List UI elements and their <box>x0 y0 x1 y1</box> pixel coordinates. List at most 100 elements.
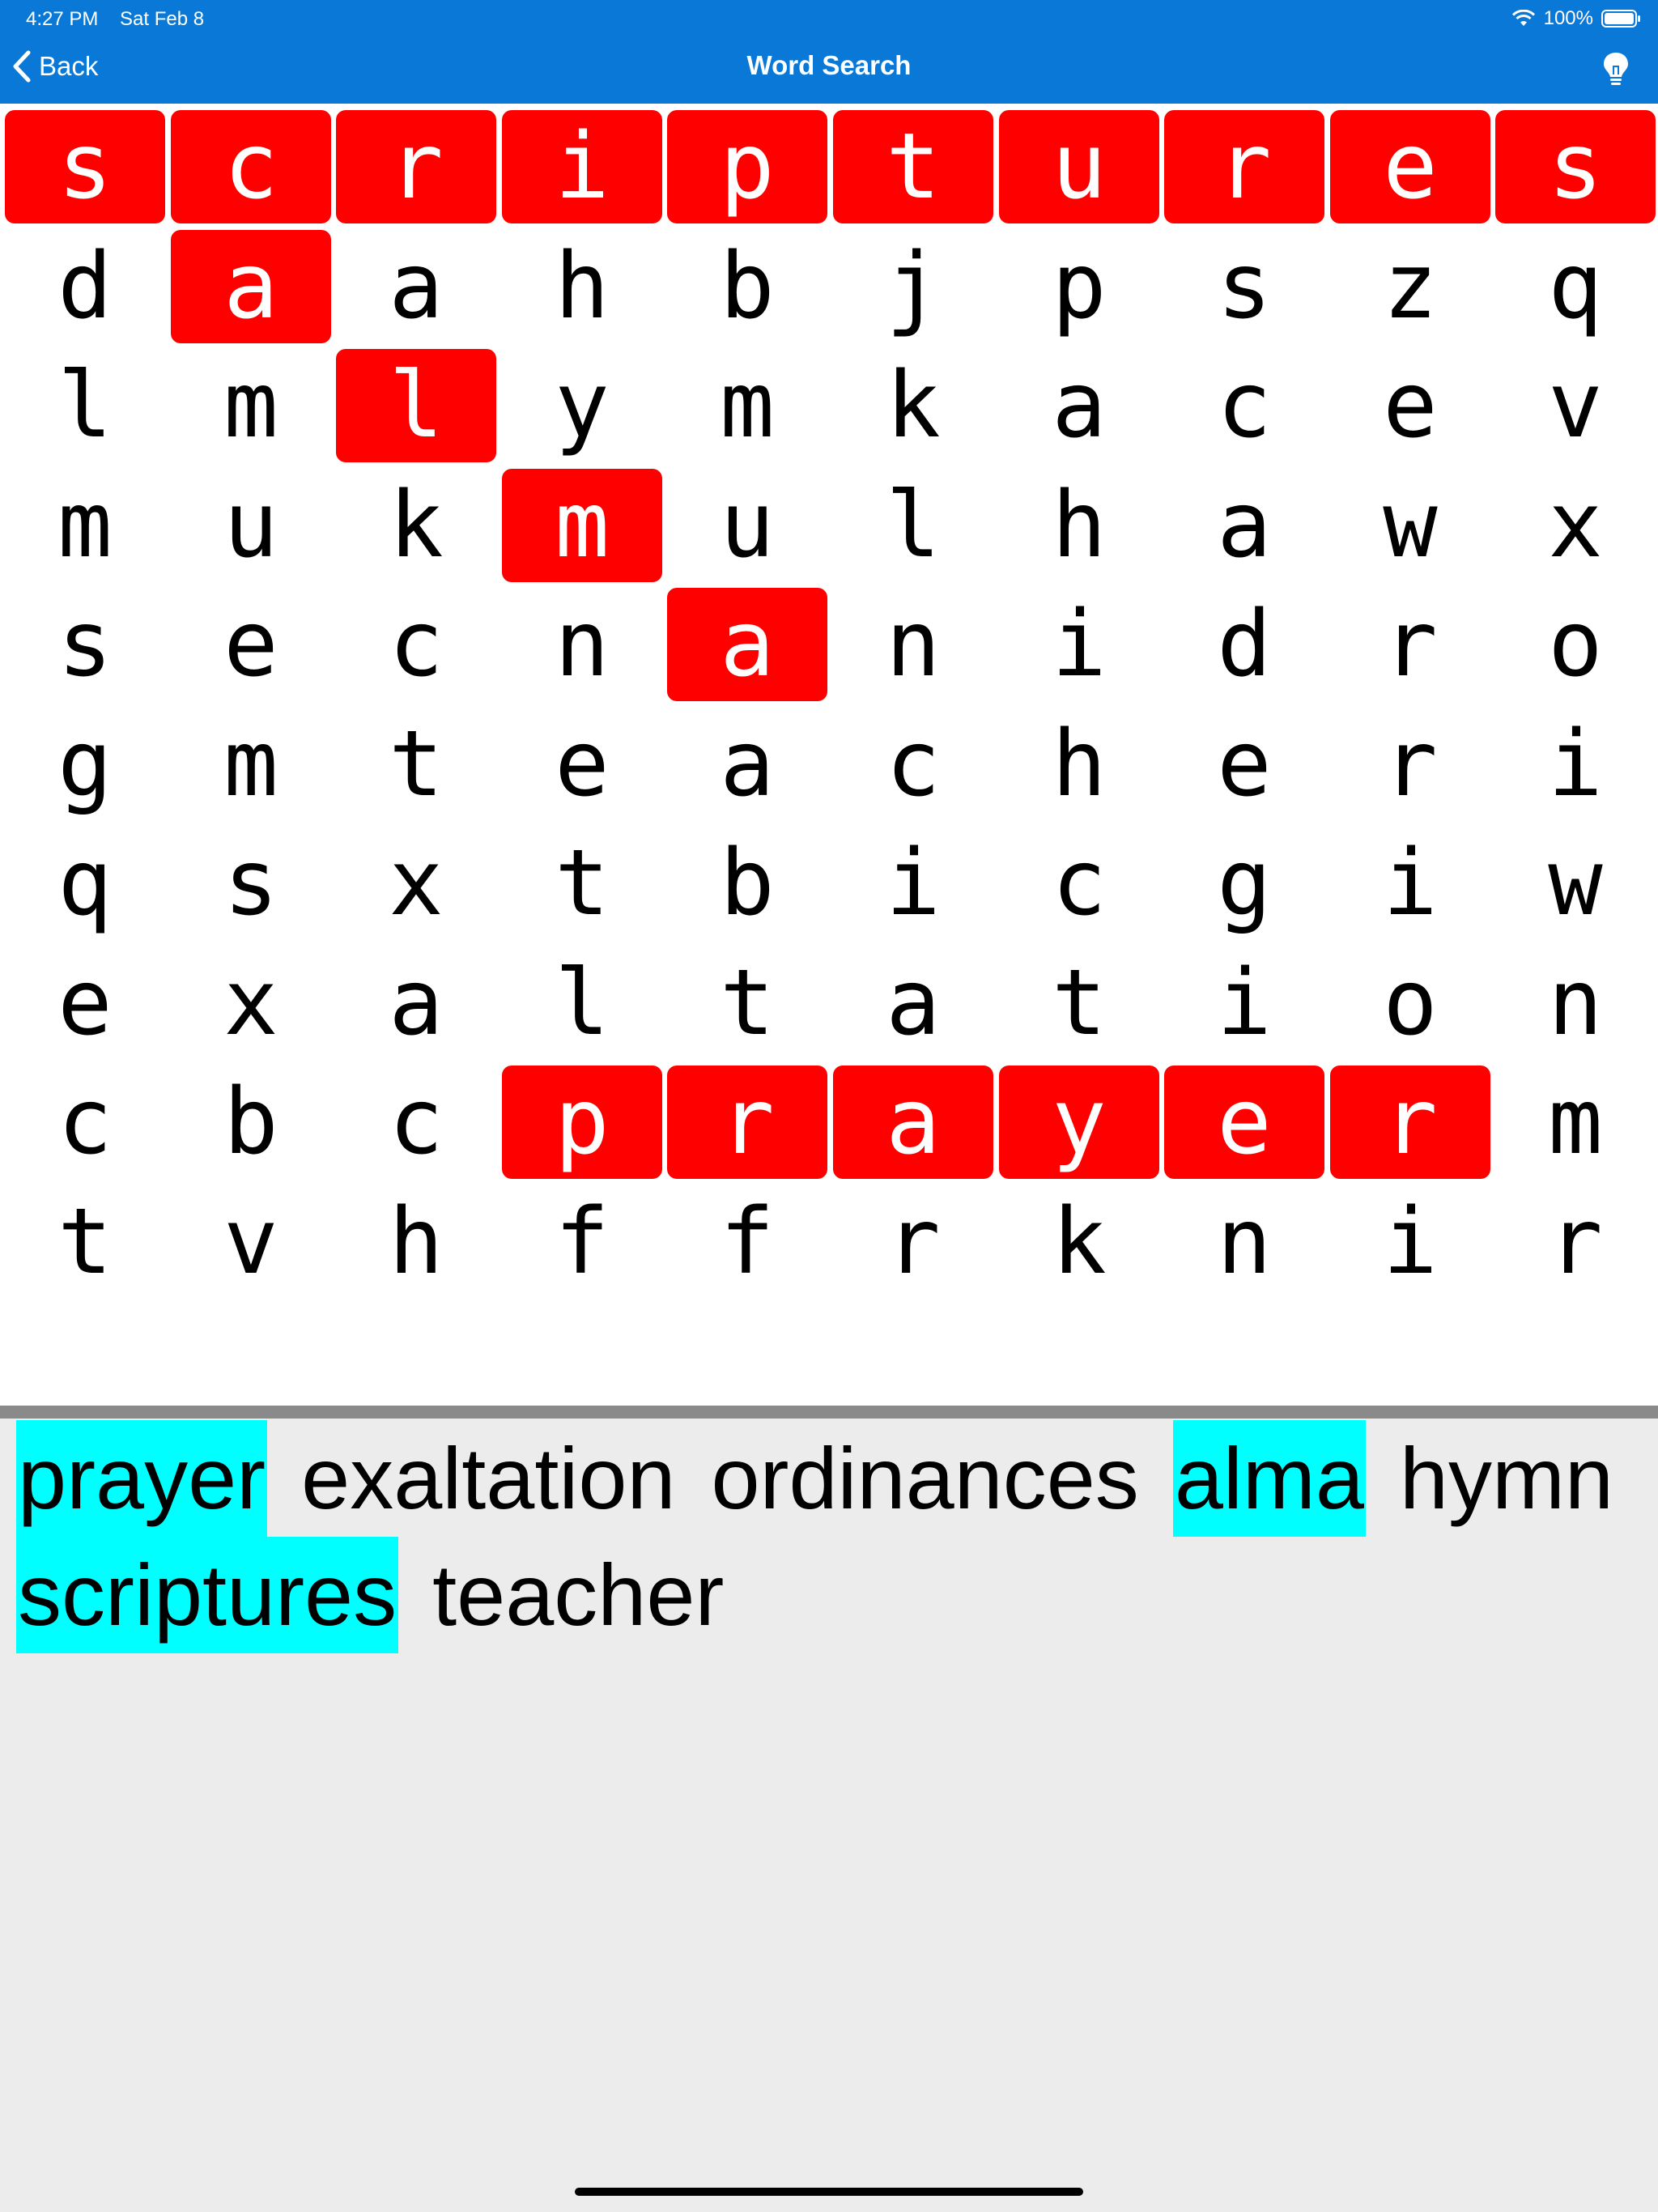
grid-cell[interactable]: a <box>999 349 1159 462</box>
grid-cell[interactable]: e <box>1330 349 1490 462</box>
grid-cell[interactable]: t <box>336 708 496 821</box>
grid-cell[interactable]: g <box>5 708 165 821</box>
grid-cell[interactable]: k <box>336 469 496 582</box>
grid-cell[interactable]: s <box>1495 110 1656 223</box>
grid-cell[interactable]: c <box>5 1066 165 1179</box>
grid-cell[interactable]: m <box>502 469 662 582</box>
grid-cell[interactable]: v <box>1495 349 1656 462</box>
grid-cell[interactable]: p <box>502 1066 662 1179</box>
grid-cell[interactable]: y <box>502 349 662 462</box>
grid-cell[interactable]: r <box>1495 1185 1656 1299</box>
grid-cell[interactable]: v <box>171 1185 331 1299</box>
grid-cell[interactable]: n <box>1495 946 1656 1060</box>
grid-cell[interactable]: n <box>502 588 662 701</box>
grid-cell[interactable]: l <box>502 946 662 1060</box>
grid-cell[interactable]: i <box>1330 827 1490 940</box>
grid-cell[interactable]: x <box>171 946 331 1060</box>
grid-cell[interactable]: w <box>1495 827 1656 940</box>
grid-cell[interactable]: b <box>667 827 827 940</box>
grid-cell[interactable]: a <box>336 946 496 1060</box>
grid-cell[interactable]: i <box>833 827 993 940</box>
grid-cell[interactable]: u <box>171 469 331 582</box>
grid-cell[interactable]: b <box>667 230 827 343</box>
grid-cell[interactable]: t <box>667 946 827 1060</box>
grid-cell[interactable]: u <box>667 469 827 582</box>
grid-cell[interactable]: i <box>1495 708 1656 821</box>
grid-cell[interactable]: m <box>171 708 331 821</box>
grid-cell[interactable]: q <box>1495 230 1656 343</box>
grid-cell[interactable]: k <box>833 349 993 462</box>
grid-cell[interactable]: x <box>1495 469 1656 582</box>
grid-cell[interactable]: d <box>1164 588 1324 701</box>
grid-cell[interactable]: t <box>999 946 1159 1060</box>
grid-cell[interactable]: a <box>667 588 827 701</box>
grid-cell[interactable]: m <box>5 469 165 582</box>
grid-cell[interactable]: e <box>1164 1066 1324 1179</box>
grid-cell[interactable]: e <box>502 708 662 821</box>
grid-cell[interactable]: o <box>1330 946 1490 1060</box>
grid-cell[interactable]: m <box>667 349 827 462</box>
grid-cell[interactable]: r <box>833 1185 993 1299</box>
grid-cell[interactable]: s <box>1164 230 1324 343</box>
grid-cell[interactable]: p <box>667 110 827 223</box>
grid-cell[interactable]: c <box>1164 349 1324 462</box>
grid-cell[interactable]: c <box>171 110 331 223</box>
grid-cell[interactable]: s <box>171 827 331 940</box>
grid-cell[interactable]: r <box>336 110 496 223</box>
grid-cell[interactable]: a <box>667 708 827 821</box>
grid-cell[interactable]: t <box>502 827 662 940</box>
grid-cell[interactable]: r <box>1330 708 1490 821</box>
grid-cell[interactable]: a <box>1164 469 1324 582</box>
grid-cell[interactable]: k <box>999 1185 1159 1299</box>
grid-cell[interactable]: e <box>1330 110 1490 223</box>
lightbulb-icon[interactable] <box>1600 50 1632 87</box>
grid-cell[interactable]: u <box>999 110 1159 223</box>
grid-cell[interactable]: c <box>833 708 993 821</box>
grid-cell[interactable]: t <box>833 110 993 223</box>
grid-cell[interactable]: e <box>1164 708 1324 821</box>
grid-cell[interactable]: r <box>667 1066 827 1179</box>
grid-cell[interactable]: r <box>1330 588 1490 701</box>
grid-cell[interactable]: n <box>833 588 993 701</box>
grid-cell[interactable]: m <box>1495 1066 1656 1179</box>
grid-cell[interactable]: s <box>5 588 165 701</box>
grid-cell[interactable]: e <box>171 588 331 701</box>
grid-cell[interactable]: z <box>1330 230 1490 343</box>
grid-cell[interactable]: l <box>336 349 496 462</box>
grid-cell[interactable]: f <box>502 1185 662 1299</box>
grid-cell[interactable]: s <box>5 110 165 223</box>
grid-cell[interactable]: p <box>999 230 1159 343</box>
grid-cell[interactable]: h <box>502 230 662 343</box>
grid-cell[interactable]: w <box>1330 469 1490 582</box>
grid-cell[interactable]: h <box>999 469 1159 582</box>
grid-cell[interactable]: c <box>336 1066 496 1179</box>
grid-cell[interactable]: h <box>999 708 1159 821</box>
grid-cell[interactable]: r <box>1164 110 1324 223</box>
grid-cell[interactable]: g <box>1164 827 1324 940</box>
grid-cell[interactable]: i <box>502 110 662 223</box>
grid-cell[interactable]: m <box>171 349 331 462</box>
grid-cell[interactable]: d <box>5 230 165 343</box>
grid-cell[interactable]: i <box>1330 1185 1490 1299</box>
grid-cell[interactable]: t <box>5 1185 165 1299</box>
grid-cell[interactable]: x <box>336 827 496 940</box>
grid-cell[interactable]: c <box>336 588 496 701</box>
grid-cell[interactable]: h <box>336 1185 496 1299</box>
grid-cell[interactable]: r <box>1330 1066 1490 1179</box>
grid-cell[interactable]: a <box>336 230 496 343</box>
grid-cell[interactable]: j <box>833 230 993 343</box>
grid-cell[interactable]: q <box>5 827 165 940</box>
grid-cell[interactable]: l <box>833 469 993 582</box>
grid-cell[interactable]: f <box>667 1185 827 1299</box>
grid-cell[interactable]: a <box>171 230 331 343</box>
grid-cell[interactable]: a <box>833 1066 993 1179</box>
grid-cell[interactable]: l <box>5 349 165 462</box>
grid-cell[interactable]: y <box>999 1066 1159 1179</box>
grid-cell[interactable]: i <box>1164 946 1324 1060</box>
grid-cell[interactable]: n <box>1164 1185 1324 1299</box>
grid-cell[interactable]: c <box>999 827 1159 940</box>
grid-cell[interactable]: e <box>5 946 165 1060</box>
grid-cell[interactable]: i <box>999 588 1159 701</box>
grid-cell[interactable]: b <box>171 1066 331 1179</box>
grid-cell[interactable]: o <box>1495 588 1656 701</box>
